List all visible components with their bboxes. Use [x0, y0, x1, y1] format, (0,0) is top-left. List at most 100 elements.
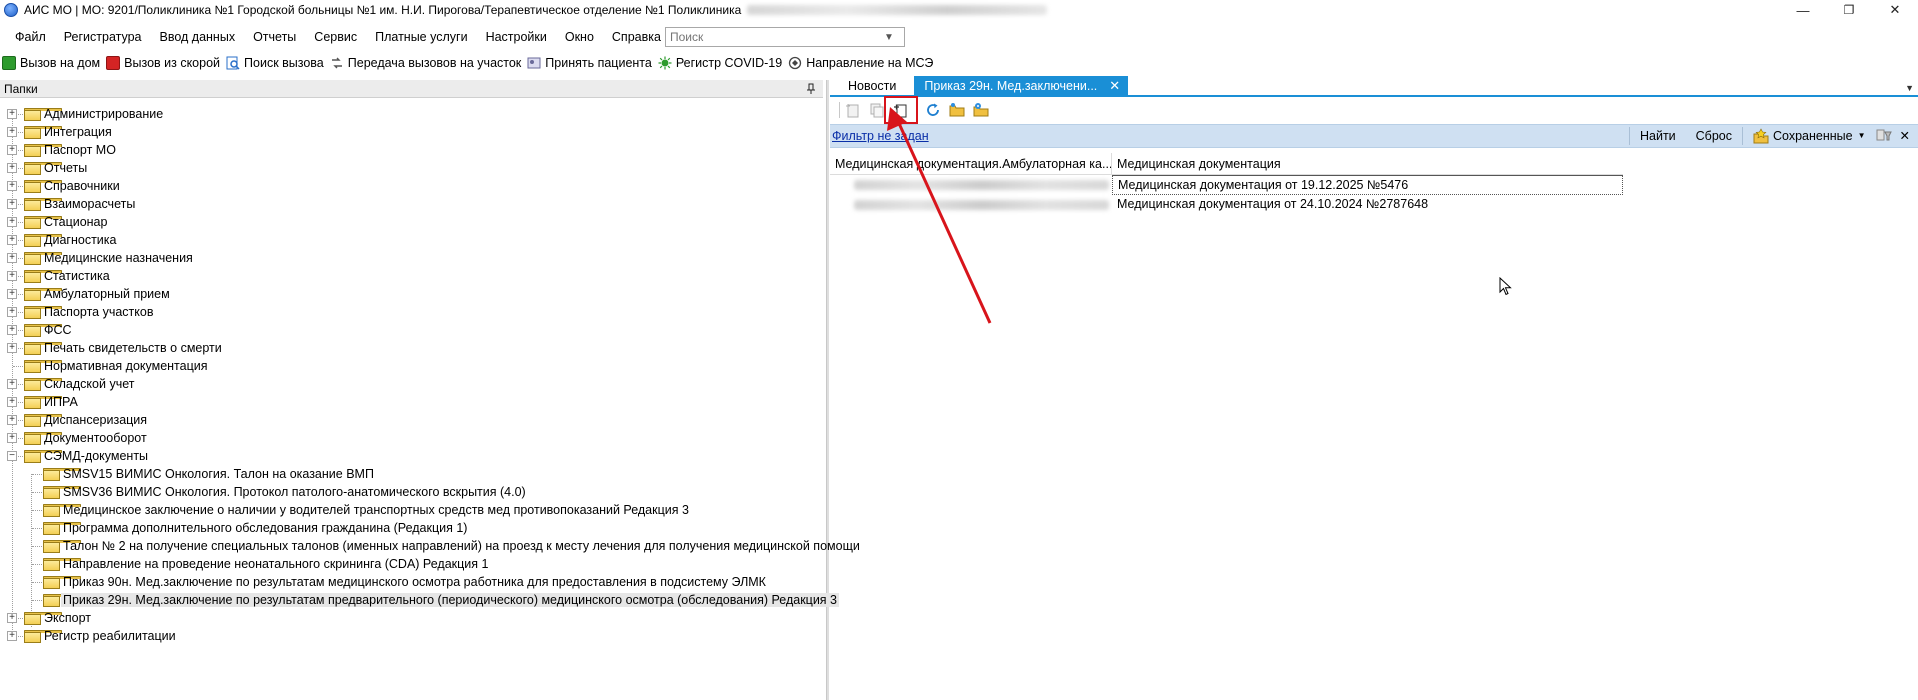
folder-icon [24, 162, 62, 175]
close-icon[interactable]: ✕ [1109, 78, 1120, 94]
tree-subfolder-item[interactable]: Приказ 90н. Мед.заключение по результата… [0, 573, 823, 591]
menu-reports[interactable]: Отчеты [244, 26, 305, 48]
expand-icon[interactable]: + [7, 199, 17, 209]
expand-icon[interactable]: + [7, 379, 17, 389]
menu-file[interactable]: Файл [0, 26, 55, 48]
add-document-button[interactable] [843, 100, 863, 120]
tree-folder-item[interactable]: − СЭМД-документы [0, 447, 823, 465]
expand-icon[interactable]: + [7, 181, 17, 191]
tree-item-label: Справочники [44, 179, 120, 193]
tree-folder-item[interactable]: + Паспорта участков [0, 303, 823, 321]
accept-patient-button[interactable]: Принять пациента [525, 53, 656, 73]
expand-icon[interactable]: + [7, 271, 17, 281]
mse-referral-button[interactable]: Направление на МСЭ [786, 53, 937, 73]
tabs-menu-chevron-icon[interactable]: ▼ [1905, 83, 1914, 93]
tab-news[interactable]: Новости [830, 76, 915, 95]
expand-icon[interactable]: + [7, 163, 17, 173]
find-button[interactable]: Найти [1630, 125, 1686, 147]
tree-folder-item[interactable]: + Администрирование [0, 105, 823, 123]
saved-filters-button[interactable]: Сохраненные ▼ [1743, 125, 1870, 147]
menu-paid-services[interactable]: Платные услуги [366, 26, 476, 48]
expand-icon[interactable]: + [7, 145, 17, 155]
tree-item-label: Статистика [44, 269, 110, 283]
expand-icon[interactable]: + [7, 307, 17, 317]
reset-button[interactable]: Сброс [1686, 125, 1742, 147]
tree-folder-item[interactable]: + Диспансеризация [0, 411, 823, 429]
menu-data-entry[interactable]: Ввод данных [151, 26, 245, 48]
filter-options-button[interactable] [1870, 125, 1898, 147]
table-cell-document: Медицинская документация от 24.10.2024 №… [1117, 197, 1429, 211]
expand-icon[interactable]: + [7, 433, 17, 443]
saved-filters-label: Сохраненные [1773, 129, 1853, 143]
chevron-down-icon[interactable]: ▼ [878, 32, 900, 43]
tree-folder-item[interactable]: + Амбулаторный прием [0, 285, 823, 303]
home-call-button[interactable]: Вызов на дом [0, 53, 104, 73]
tree-subfolder-item[interactable]: SMSV15 ВИМИС Онкология. Талон на оказани… [0, 465, 823, 483]
expand-icon[interactable]: + [7, 631, 17, 641]
expand-icon[interactable]: + [7, 613, 17, 623]
tree-folder-item[interactable]: Нормативная документация [0, 357, 823, 375]
tree-folder-item[interactable]: + Документооборот [0, 429, 823, 447]
pin-icon[interactable] [805, 82, 817, 96]
tree-folder-item[interactable]: + Отчеты [0, 159, 823, 177]
mse-referral-label: Направление на МСЭ [806, 56, 934, 70]
home-call-label: Вызов на дом [20, 56, 101, 70]
menu-service[interactable]: Сервис [305, 26, 366, 48]
expand-icon[interactable]: + [7, 343, 17, 353]
expand-icon[interactable]: + [7, 235, 17, 245]
menu-registry[interactable]: Регистратура [55, 26, 151, 48]
tree-folder-item[interactable]: + Паспорт МО [0, 141, 823, 159]
maximize-button[interactable]: ❐ [1826, 0, 1872, 20]
menu-bar: Файл Регистратура Ввод данных Отчеты Сер… [0, 26, 670, 48]
expand-icon[interactable]: + [7, 109, 17, 119]
folder-icon [24, 360, 62, 373]
search-combobox[interactable]: ▼ [665, 27, 905, 47]
expand-icon[interactable]: + [7, 217, 17, 227]
tree-folder-item[interactable]: + Печать свидетельств о смерти [0, 339, 823, 357]
app-icon [4, 3, 18, 17]
tree-folder-item[interactable]: + Статистика [0, 267, 823, 285]
menu-window[interactable]: Окно [556, 26, 603, 48]
tree-subfolder-item[interactable]: Программа дополнительного обследования г… [0, 519, 823, 537]
tree-folder-item[interactable]: + Взаиморасчеты [0, 195, 823, 213]
tree-folder-item[interactable]: + Экспорт [0, 609, 823, 627]
folder-icon [24, 234, 62, 247]
covid-register-button[interactable]: Регистр COVID-19 [656, 53, 786, 73]
tree-subfolder-item[interactable]: Талон № 2 на получение специальных талон… [0, 537, 860, 555]
tree-folder-item[interactable]: + Медицинские назначения [0, 249, 823, 267]
transfer-calls-button[interactable]: Передача вызовов на участок [328, 53, 526, 73]
tree-folder-item[interactable]: + ИПРА [0, 393, 823, 411]
close-filter-button[interactable]: ✕ [1898, 125, 1918, 147]
expand-icon[interactable]: + [7, 289, 17, 299]
tree-subfolder-item[interactable]: SMSV36 ВИМИС Онкология. Протокол патолог… [0, 483, 823, 501]
folder-icon [24, 378, 62, 391]
expand-icon[interactable]: + [7, 397, 17, 407]
close-window-button[interactable]: ✕ [1872, 0, 1918, 20]
search-input[interactable] [666, 28, 878, 46]
ambulance-call-button[interactable]: Вызов из скорой [104, 53, 224, 73]
tree-folder-item[interactable]: + Регистр реабилитации [0, 627, 823, 645]
tree-subfolder-item[interactable]: Направление на проведение неонатального … [0, 555, 823, 573]
menu-settings[interactable]: Настройки [477, 26, 556, 48]
tree-subfolder-item[interactable]: Медицинское заключение о наличии у водит… [0, 501, 823, 519]
expand-icon[interactable]: + [7, 325, 17, 335]
tree-folder-item[interactable]: + Диагностика [0, 231, 823, 249]
tree-item-label: Документооборот [44, 431, 147, 445]
expand-icon[interactable]: + [7, 127, 17, 137]
tree-folder-item[interactable]: + Справочники [0, 177, 823, 195]
collapse-icon[interactable]: − [7, 451, 17, 461]
expand-icon[interactable]: + [7, 253, 17, 263]
pane-splitter[interactable] [826, 80, 829, 700]
column-header-document[interactable]: Медицинская документация [1112, 153, 1623, 175]
tree-subfolder-item[interactable]: Приказ 29н. Мед.заключение по результата… [0, 591, 840, 609]
tree-folder-item[interactable]: + Интеграция [0, 123, 823, 141]
tab-order-29n[interactable]: Приказ 29н. Мед.заключени... ✕ [914, 76, 1129, 95]
expand-icon[interactable]: + [7, 415, 17, 425]
search-call-button[interactable]: Поиск вызова [224, 53, 328, 73]
minimize-button[interactable]: — [1780, 0, 1826, 20]
menu-help[interactable]: Справка [603, 26, 670, 48]
tree-folder-item[interactable]: + Стационар [0, 213, 823, 231]
folder-icon [43, 468, 81, 481]
tree-folder-item[interactable]: + ФСС [0, 321, 823, 339]
tree-folder-item[interactable]: + Складской учет [0, 375, 823, 393]
